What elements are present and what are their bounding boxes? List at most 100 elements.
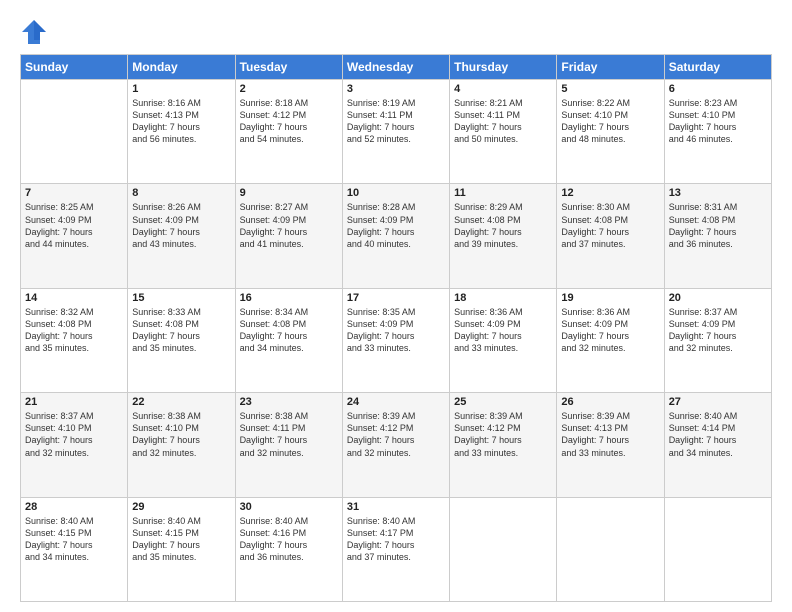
calendar-day-cell: 26 Sunrise: 8:39 AM Sunset: 4:13 PM Dayli… <box>557 393 664 497</box>
day-number: 15 <box>132 292 230 304</box>
calendar-empty-cell <box>450 497 557 601</box>
calendar-week-row: 28 Sunrise: 8:40 AM Sunset: 4:15 PM Dayli… <box>21 497 772 601</box>
day-number: 27 <box>669 396 767 408</box>
day-info: Sunrise: 8:40 AM Sunset: 4:17 PM Dayligh… <box>347 515 445 564</box>
day-number: 18 <box>454 292 552 304</box>
calendar-table: SundayMondayTuesdayWednesdayThursdayFrid… <box>20 54 772 602</box>
day-info: Sunrise: 8:39 AM Sunset: 4:12 PM Dayligh… <box>454 410 552 459</box>
calendar-day-cell: 16Sunrise: 8:34 AM Sunset: 4:08 PM Dayli… <box>235 288 342 392</box>
day-number: 3 <box>347 83 445 95</box>
calendar-day-cell: 28Sunrise: 8:40 AM Sunset: 4:15 PM Dayli… <box>21 497 128 601</box>
calendar-day-cell: 30 Sunrise: 8:40 AM Sunset: 4:16 PM Dayli… <box>235 497 342 601</box>
day-number: 20 <box>669 292 767 304</box>
day-number: 7 <box>25 187 123 199</box>
day-info: Sunrise: 8:22 AM Sunset: 4:10 PM Dayligh… <box>561 97 659 146</box>
logo-icon <box>20 18 48 46</box>
day-info: Sunrise: 8:35 AM Sunset: 4:09 PM Dayligh… <box>347 306 445 355</box>
day-number: 14 <box>25 292 123 304</box>
day-number: 30 <box>240 501 338 513</box>
day-info: Sunrise: 8:33 AM Sunset: 4:08 PM Dayligh… <box>132 306 230 355</box>
day-info: Sunrise: 8:36 AM Sunset: 4:09 PM Dayligh… <box>561 306 659 355</box>
day-number: 8 <box>132 187 230 199</box>
day-number: 13 <box>669 187 767 199</box>
calendar-day-cell: 19 Sunrise: 8:36 AM Sunset: 4:09 PM Dayli… <box>557 288 664 392</box>
day-info: Sunrise: 8:25 AM Sunset: 4:09 PM Dayligh… <box>25 201 123 250</box>
calendar-day-cell: 31 Sunrise: 8:40 AM Sunset: 4:17 PM Dayli… <box>342 497 449 601</box>
logo <box>20 18 52 46</box>
day-number: 22 <box>132 396 230 408</box>
day-info: Sunrise: 8:19 AM Sunset: 4:11 PM Dayligh… <box>347 97 445 146</box>
calendar-day-cell: 20Sunrise: 8:37 AM Sunset: 4:09 PM Dayli… <box>664 288 771 392</box>
calendar-day-cell: 7 Sunrise: 8:25 AM Sunset: 4:09 PM Daylig… <box>21 184 128 288</box>
day-number: 28 <box>25 501 123 513</box>
day-info: Sunrise: 8:38 AM Sunset: 4:11 PM Dayligh… <box>240 410 338 459</box>
calendar-day-cell: 22 Sunrise: 8:38 AM Sunset: 4:10 PM Dayli… <box>128 393 235 497</box>
calendar-day-cell: 3 Sunrise: 8:19 AM Sunset: 4:11 PM Daylig… <box>342 80 449 184</box>
calendar-day-cell: 9 Sunrise: 8:27 AM Sunset: 4:09 PM Daylig… <box>235 184 342 288</box>
calendar-day-cell: 12Sunrise: 8:30 AM Sunset: 4:08 PM Dayli… <box>557 184 664 288</box>
header <box>20 18 772 46</box>
day-number: 25 <box>454 396 552 408</box>
day-info: Sunrise: 8:18 AM Sunset: 4:12 PM Dayligh… <box>240 97 338 146</box>
calendar-header-thursday: Thursday <box>450 55 557 80</box>
day-number: 26 <box>561 396 659 408</box>
day-number: 23 <box>240 396 338 408</box>
calendar-day-cell: 5 Sunrise: 8:22 AM Sunset: 4:10 PM Daylig… <box>557 80 664 184</box>
day-number: 2 <box>240 83 338 95</box>
calendar-header-friday: Friday <box>557 55 664 80</box>
calendar-day-cell: 23 Sunrise: 8:38 AM Sunset: 4:11 PM Dayli… <box>235 393 342 497</box>
day-number: 24 <box>347 396 445 408</box>
page: SundayMondayTuesdayWednesdayThursdayFrid… <box>0 0 792 612</box>
day-info: Sunrise: 8:38 AM Sunset: 4:10 PM Dayligh… <box>132 410 230 459</box>
calendar-empty-cell <box>21 80 128 184</box>
day-number: 4 <box>454 83 552 95</box>
calendar-day-cell: 27 Sunrise: 8:40 AM Sunset: 4:14 PM Dayli… <box>664 393 771 497</box>
calendar-day-cell: 25 Sunrise: 8:39 AM Sunset: 4:12 PM Dayli… <box>450 393 557 497</box>
day-number: 1 <box>132 83 230 95</box>
day-number: 12 <box>561 187 659 199</box>
day-number: 9 <box>240 187 338 199</box>
calendar-week-row: 14 Sunrise: 8:32 AM Sunset: 4:08 PM Dayli… <box>21 288 772 392</box>
calendar-day-cell: 4 Sunrise: 8:21 AM Sunset: 4:11 PM Daylig… <box>450 80 557 184</box>
day-number: 6 <box>669 83 767 95</box>
day-number: 31 <box>347 501 445 513</box>
day-number: 10 <box>347 187 445 199</box>
day-info: Sunrise: 8:37 AM Sunset: 4:10 PM Dayligh… <box>25 410 123 459</box>
day-info: Sunrise: 8:40 AM Sunset: 4:15 PM Dayligh… <box>132 515 230 564</box>
calendar-empty-cell <box>557 497 664 601</box>
calendar-day-cell: 17 Sunrise: 8:35 AM Sunset: 4:09 PM Dayli… <box>342 288 449 392</box>
day-info: Sunrise: 8:31 AM Sunset: 4:08 PM Dayligh… <box>669 201 767 250</box>
day-info: Sunrise: 8:16 AM Sunset: 4:13 PM Dayligh… <box>132 97 230 146</box>
day-info: Sunrise: 8:32 AM Sunset: 4:08 PM Dayligh… <box>25 306 123 355</box>
day-number: 5 <box>561 83 659 95</box>
calendar-day-cell: 21Sunrise: 8:37 AM Sunset: 4:10 PM Dayli… <box>21 393 128 497</box>
day-number: 17 <box>347 292 445 304</box>
calendar-week-row: 7 Sunrise: 8:25 AM Sunset: 4:09 PM Daylig… <box>21 184 772 288</box>
calendar-day-cell: 1 Sunrise: 8:16 AM Sunset: 4:13 PM Daylig… <box>128 80 235 184</box>
day-info: Sunrise: 8:40 AM Sunset: 4:16 PM Dayligh… <box>240 515 338 564</box>
calendar-header-wednesday: Wednesday <box>342 55 449 80</box>
calendar-day-cell: 2 Sunrise: 8:18 AM Sunset: 4:12 PM Daylig… <box>235 80 342 184</box>
day-number: 29 <box>132 501 230 513</box>
day-info: Sunrise: 8:36 AM Sunset: 4:09 PM Dayligh… <box>454 306 552 355</box>
day-number: 19 <box>561 292 659 304</box>
calendar-header-tuesday: Tuesday <box>235 55 342 80</box>
calendar-day-cell: 13 Sunrise: 8:31 AM Sunset: 4:08 PM Dayli… <box>664 184 771 288</box>
day-info: Sunrise: 8:28 AM Sunset: 4:09 PM Dayligh… <box>347 201 445 250</box>
day-info: Sunrise: 8:40 AM Sunset: 4:14 PM Dayligh… <box>669 410 767 459</box>
calendar-header-row: SundayMondayTuesdayWednesdayThursdayFrid… <box>21 55 772 80</box>
day-number: 11 <box>454 187 552 199</box>
day-info: Sunrise: 8:34 AM Sunset: 4:08 PM Dayligh… <box>240 306 338 355</box>
day-info: Sunrise: 8:29 AM Sunset: 4:08 PM Dayligh… <box>454 201 552 250</box>
calendar-week-row: 1 Sunrise: 8:16 AM Sunset: 4:13 PM Daylig… <box>21 80 772 184</box>
day-info: Sunrise: 8:39 AM Sunset: 4:12 PM Dayligh… <box>347 410 445 459</box>
calendar-day-cell: 11 Sunrise: 8:29 AM Sunset: 4:08 PM Dayli… <box>450 184 557 288</box>
calendar-header-saturday: Saturday <box>664 55 771 80</box>
day-info: Sunrise: 8:27 AM Sunset: 4:09 PM Dayligh… <box>240 201 338 250</box>
calendar-day-cell: 6Sunrise: 8:23 AM Sunset: 4:10 PM Daylig… <box>664 80 771 184</box>
day-info: Sunrise: 8:21 AM Sunset: 4:11 PM Dayligh… <box>454 97 552 146</box>
day-info: Sunrise: 8:39 AM Sunset: 4:13 PM Dayligh… <box>561 410 659 459</box>
calendar-week-row: 21Sunrise: 8:37 AM Sunset: 4:10 PM Dayli… <box>21 393 772 497</box>
calendar-header-sunday: Sunday <box>21 55 128 80</box>
calendar-day-cell: 18 Sunrise: 8:36 AM Sunset: 4:09 PM Dayli… <box>450 288 557 392</box>
